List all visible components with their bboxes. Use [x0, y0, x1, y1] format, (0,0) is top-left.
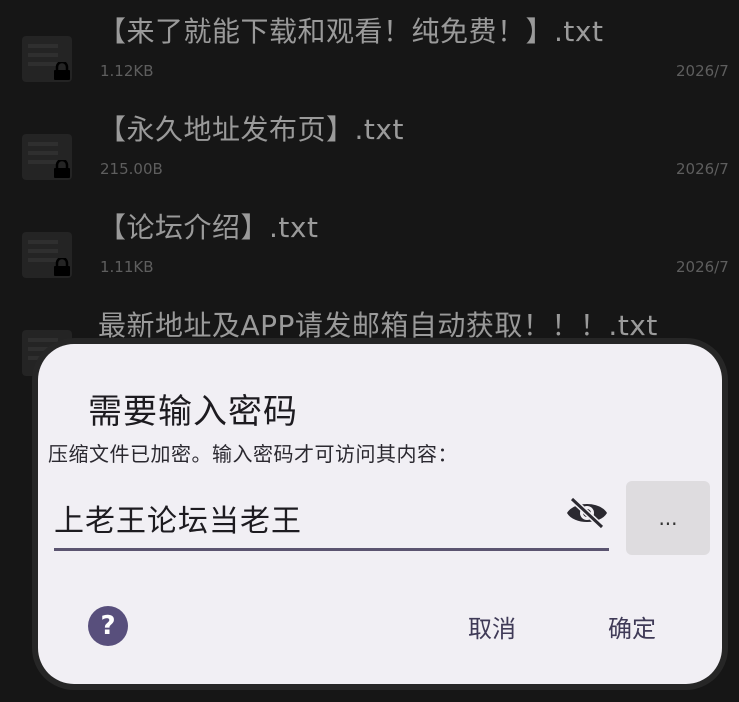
file-item[interactable]: 【永久地址发布页】.txt 215.00B 2026/7: [0, 98, 739, 196]
dialog-message: 压缩文件已加密。输入密码才可访问其内容：: [48, 442, 458, 466]
file-item[interactable]: 【论坛介绍】.txt 1.11KB 2026/7: [0, 196, 739, 294]
file-date: 2026/7: [676, 258, 729, 276]
file-date: 2026/7: [676, 160, 729, 178]
password-dialog: 需要输入密码 压缩文件已加密。输入密码才可访问其内容： 上老王论坛当老王 ...…: [38, 344, 722, 684]
dialog-title: 需要输入密码: [88, 392, 298, 432]
file-size: 215.00B: [100, 160, 163, 178]
file-name: 【永久地址发布页】.txt: [98, 113, 404, 146]
file-date: 2026/7: [676, 62, 729, 80]
eye-off-icon[interactable]: [565, 496, 609, 530]
file-name: 【来了就能下载和观看！纯免费！】.txt: [98, 15, 604, 48]
file-size: 1.12KB: [100, 62, 154, 80]
file-name: 最新地址及APP请发邮箱自动获取！！！.txt: [98, 309, 658, 342]
lock-icon: [54, 160, 70, 178]
confirm-button[interactable]: 确定: [608, 606, 656, 646]
cancel-button[interactable]: 取消: [468, 606, 516, 646]
file-size: 1.11KB: [100, 258, 154, 276]
screen: 【来了就能下载和观看！纯免费！】.txt 1.12KB 2026/7 【永久地址…: [0, 0, 739, 702]
lock-icon: [54, 258, 70, 276]
lock-icon: [54, 62, 70, 80]
more-button[interactable]: ...: [626, 481, 710, 555]
password-field[interactable]: 上老王论坛当老王: [54, 484, 609, 551]
help-button[interactable]: ?: [88, 606, 128, 646]
file-item[interactable]: 【来了就能下载和观看！纯免费！】.txt 1.12KB 2026/7: [0, 0, 739, 98]
password-value[interactable]: 上老王论坛当老王: [54, 496, 302, 540]
file-name: 【论坛介绍】.txt: [98, 211, 319, 244]
